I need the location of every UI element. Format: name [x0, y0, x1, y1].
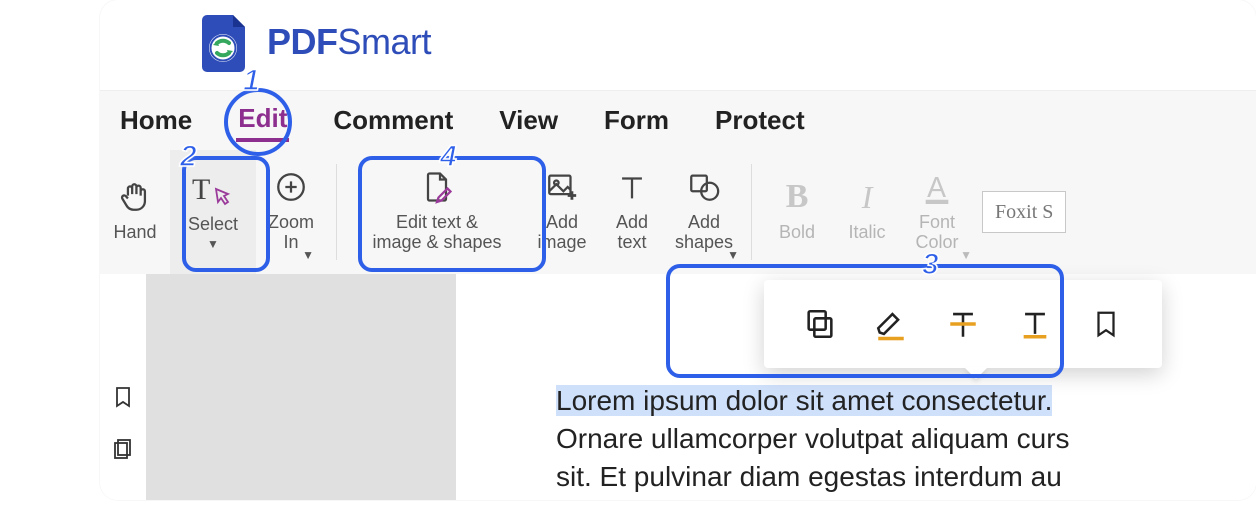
font-family-select[interactable]: Foxit S [982, 191, 1066, 233]
chevron-down-icon: ▼ [727, 248, 739, 262]
tab-protect[interactable]: Protect [713, 101, 807, 140]
add-text-tool[interactable]: Add text [597, 150, 667, 274]
callout-3-number: 3 [922, 248, 939, 282]
strikethrough-button[interactable] [939, 300, 987, 348]
selection-toolbar [764, 280, 1162, 368]
italic-icon: I [862, 177, 873, 217]
zoom-in-tool[interactable]: Zoom In ▼ [256, 150, 326, 274]
add-shapes-icon [686, 167, 722, 207]
highlight-button[interactable] [867, 300, 915, 348]
body-text-line: Ornare ullamcorper volutpat aliquam curs [556, 423, 1070, 454]
italic-label: Italic [849, 223, 886, 243]
font-color-label: Font Color [916, 213, 959, 253]
hand-icon [118, 177, 152, 217]
menu-tabs: Home Edit Comment View Form Protect [100, 90, 1256, 150]
bookmark-button[interactable] [1082, 300, 1130, 348]
add-text-label: Add text [616, 213, 648, 253]
pages-icon[interactable] [111, 436, 135, 462]
separator [751, 164, 752, 260]
body-text-line: sit. Et pulvinar diam egestas interdum a… [556, 461, 1062, 492]
hand-label: Hand [113, 223, 156, 243]
add-shapes-label: Add shapes [675, 213, 733, 253]
left-sidebar [100, 274, 146, 500]
callout-1-number: 1 [243, 64, 260, 98]
ribbon-toolbar: Hand T Select ▼ Zoom In ▼ [100, 150, 1256, 274]
selected-text[interactable]: Lorem ipsum dolor sit amet consectetur. [556, 385, 1052, 416]
hand-tool[interactable]: Hand [100, 150, 170, 274]
add-image-label: Add image [537, 213, 586, 253]
brand: PDFSmart [197, 12, 431, 72]
add-image-icon [544, 167, 580, 207]
italic-tool[interactable]: I Italic [832, 150, 902, 274]
callout-4-number: 4 [440, 140, 457, 174]
tab-edit[interactable]: Edit [236, 99, 289, 142]
brand-text: PDFSmart [267, 21, 431, 63]
add-shapes-tool[interactable]: Add shapes ▼ [667, 150, 741, 274]
chevron-down-icon: ▼ [207, 237, 219, 251]
add-image-tool[interactable]: Add image [527, 150, 597, 274]
tab-home[interactable]: Home [118, 101, 194, 140]
pdfsmart-logo-icon [197, 12, 253, 72]
add-text-icon [615, 167, 649, 207]
page-gutter [146, 274, 456, 500]
bold-label: Bold [779, 223, 815, 243]
zoom-in-icon [274, 167, 308, 207]
chevron-down-icon: ▼ [302, 248, 314, 262]
svg-text:A: A [927, 172, 946, 204]
select-text-icon: T [190, 169, 236, 209]
select-label: Select [188, 215, 238, 235]
app-window: PDFSmart Home Edit Comment View Form Pro… [100, 0, 1256, 500]
tab-comment[interactable]: Comment [331, 101, 455, 140]
tab-view[interactable]: View [497, 101, 560, 140]
font-color-icon: A [920, 167, 954, 207]
edit-tis-label: Edit text & image & shapes [372, 213, 501, 253]
bookmark-icon[interactable] [111, 384, 135, 410]
underline-button[interactable] [1011, 300, 1059, 348]
callout-2-number: 2 [180, 140, 197, 174]
svg-text:T: T [192, 173, 210, 206]
chevron-down-icon: ▼ [960, 248, 972, 262]
copy-button[interactable] [796, 300, 844, 348]
edit-text-image-shapes-tool[interactable]: Edit text & image & shapes [347, 150, 527, 274]
zoom-in-label: Zoom In [268, 213, 314, 253]
bold-icon: B [786, 177, 809, 217]
separator [336, 164, 337, 260]
tab-form[interactable]: Form [602, 101, 671, 140]
bold-tool[interactable]: B Bold [762, 150, 832, 274]
